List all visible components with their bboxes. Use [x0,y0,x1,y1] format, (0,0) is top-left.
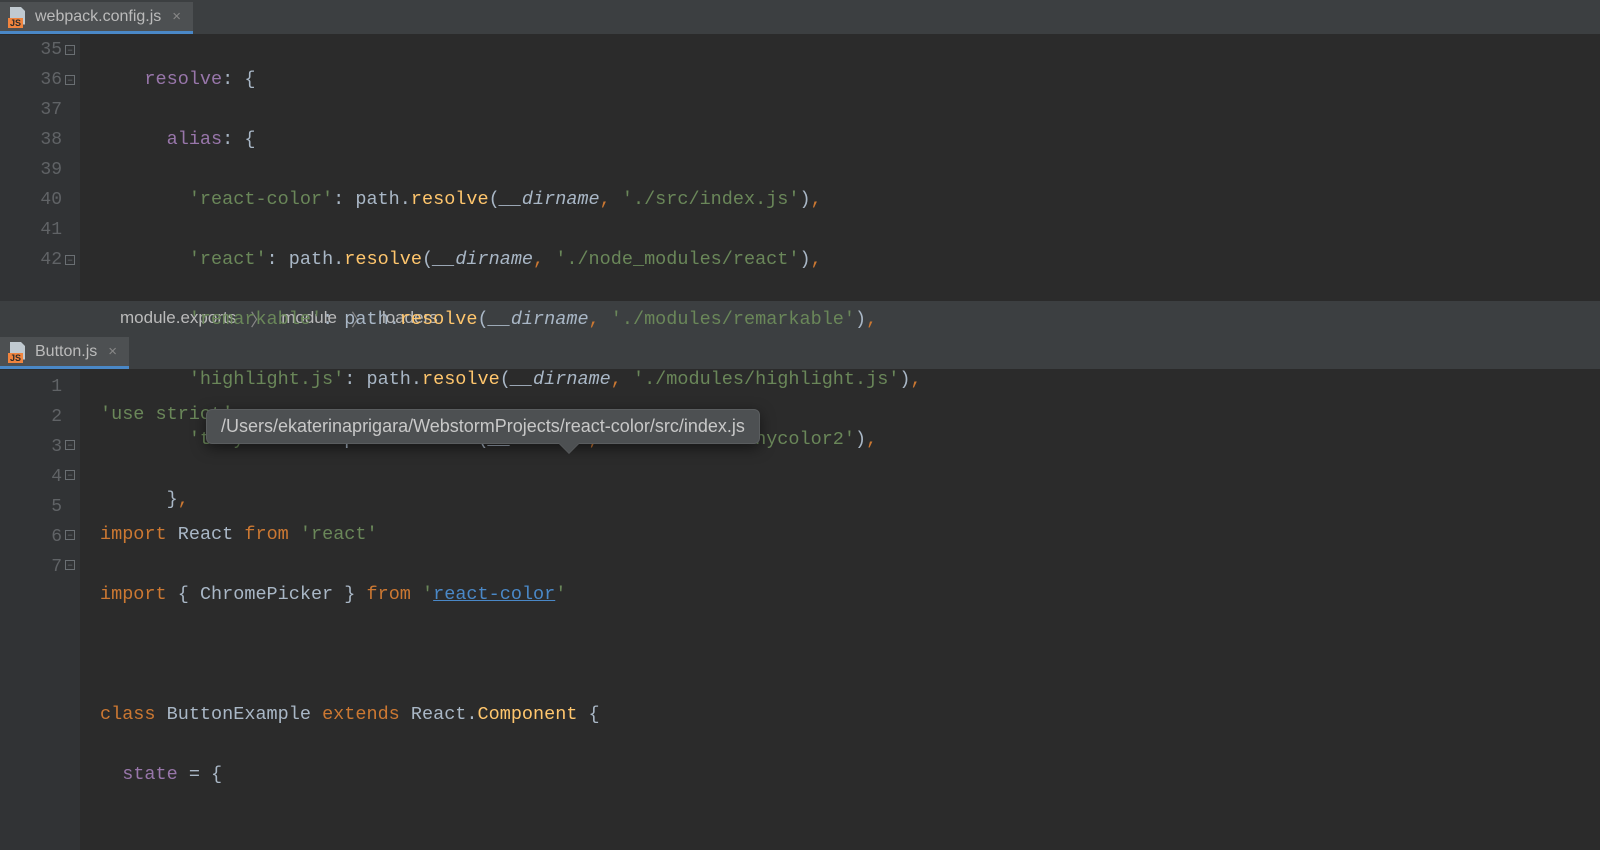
line-number: 6 [0,522,62,552]
fold-marker-icon[interactable]: − [65,440,75,450]
module-link-react-color[interactable]: react-color [433,584,555,605]
tooltip-text: /Users/ekaterinaprigara/WebstormProjects… [221,416,745,436]
line-number: 3 [0,432,62,462]
tab-label: webpack.config.js [35,8,161,26]
fold-marker-icon[interactable]: − [65,530,75,540]
line-number: 39 [0,155,62,185]
gutter-bottom: 1 2 3 4 5 6 7 − − − − [0,370,80,850]
alias-key: 'react' [189,249,267,270]
tab-label: Button.js [35,343,97,361]
top-editor-pane: JS webpack.config.js × 35 36 37 38 39 40… [0,0,1600,335]
line-number: 2 [0,402,62,432]
fold-marker-icon[interactable]: − [65,560,75,570]
line-number: 38 [0,125,62,155]
js-file-icon: JS [8,7,28,27]
path-tooltip: /Users/ekaterinaprigara/WebstormProjects… [206,409,760,444]
code-key: alias [167,129,223,150]
line-number: 4 [0,462,62,492]
alias-key: 'remarkable' [189,309,322,330]
line-number: 7 [0,552,62,582]
code-area-top[interactable]: resolve: { alias: { 'react-color': path.… [80,35,1600,301]
editor-content-top[interactable]: 35 36 37 38 39 40 41 42 − − − resolve: {… [0,35,1600,301]
fold-marker-icon[interactable]: − [65,45,75,55]
js-file-icon: JS [8,342,28,362]
line-number: 42 [0,245,62,275]
line-number: 35 [0,35,62,65]
fold-marker-icon[interactable]: − [65,75,75,85]
line-number: 36 [0,65,62,95]
line-number: 5 [0,492,62,522]
line-number: 1 [0,372,62,402]
line-number: 37 [0,95,62,125]
code-key: resolve [144,69,222,90]
line-number: 40 [0,185,62,215]
close-tab-icon[interactable]: × [172,8,181,25]
fold-marker-icon[interactable]: − [65,470,75,480]
tab-webpack-config[interactable]: JS webpack.config.js × [0,2,193,34]
fold-marker-icon[interactable]: − [65,255,75,265]
tab-bar-top: JS webpack.config.js × [0,0,1600,35]
alias-key: 'react-color' [189,189,333,210]
line-number: 41 [0,215,62,245]
gutter-top: 35 36 37 38 39 40 41 42 − − − [0,35,80,301]
